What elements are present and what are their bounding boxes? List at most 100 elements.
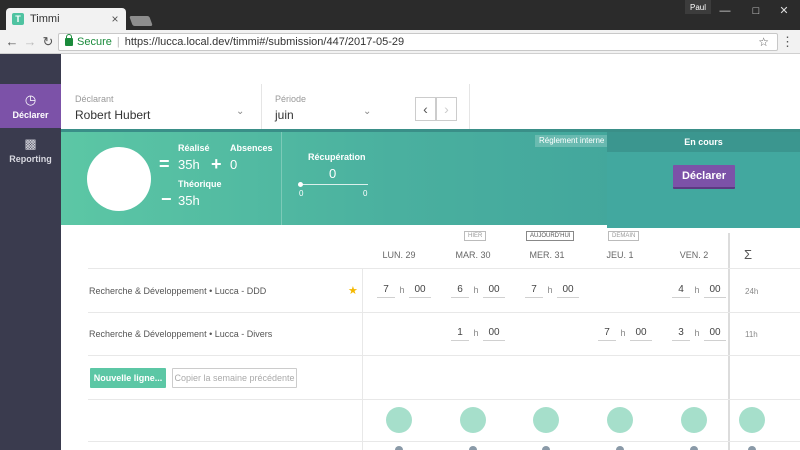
recuperation-value: 0 (329, 166, 337, 181)
next-period-button[interactable]: › (436, 97, 457, 121)
reload-icon[interactable]: ↻ (40, 34, 56, 50)
theorique-value: 35h (178, 193, 200, 208)
hours-unit: h (473, 328, 479, 338)
minutes-input[interactable]: 00 (704, 282, 726, 298)
periode-value: juin (275, 108, 294, 122)
total-sigma-header: Σ (744, 247, 753, 262)
day-status-dot (542, 446, 550, 450)
declarant-select[interactable]: Déclarant Robert Hubert (75, 94, 150, 122)
minutes-input[interactable]: 00 (483, 325, 505, 341)
hours-input[interactable]: 4 (672, 282, 690, 298)
favorite-star-icon[interactable]: ★ (348, 284, 358, 297)
recuperation-min: 0 (299, 189, 304, 198)
week-summary-circle (739, 407, 765, 433)
minutes-input[interactable]: 00 (409, 282, 431, 298)
minutes-input[interactable]: 00 (557, 282, 579, 298)
row-divider (88, 399, 800, 400)
hours-input[interactable]: 7 (598, 325, 616, 341)
day-header: MAR. 30 (455, 250, 491, 260)
chevron-down-icon[interactable]: ⌄ (363, 106, 371, 117)
day-summary-circle (533, 407, 559, 433)
day-tag-hier: HIER (464, 231, 487, 241)
row-divider (88, 441, 800, 442)
time-cell-mon[interactable]: 7 h 00 (377, 282, 431, 298)
hours-unit: h (547, 285, 553, 295)
hours-input[interactable]: 3 (672, 325, 690, 341)
maximize-icon[interactable]: □ (746, 3, 766, 19)
chevron-down-icon[interactable]: ⌄ (236, 106, 244, 117)
recuperation-max: 0 (363, 189, 368, 198)
day-tag-demain: DEMAIN (608, 231, 640, 241)
day-summary-circle (607, 407, 633, 433)
time-cell-fri[interactable]: 3 h 00 (672, 325, 726, 341)
hours-unit: h (473, 285, 479, 295)
time-cell-tue[interactable]: 6 h 00 (451, 282, 505, 298)
day-header: MER. 31 (529, 250, 565, 260)
theorique-label: Théorique (178, 179, 222, 189)
declarant-value: Robert Hubert (75, 108, 151, 122)
browser-menu-icon[interactable]: ⋮ (781, 34, 794, 50)
minutes-input[interactable]: 00 (630, 325, 652, 341)
submission-header: Déclarant Robert Hubert ⌄ Période juin ⌄… (61, 54, 800, 129)
copy-previous-week-button[interactable]: Copier la semaine précédente (172, 368, 297, 388)
hours-unit: h (399, 285, 405, 295)
new-tab-button[interactable] (129, 16, 153, 26)
secure-label: Secure (77, 36, 112, 48)
absences-value: 0 (230, 157, 238, 172)
declarant-label: Déclarant (75, 94, 114, 104)
tab-close-icon[interactable]: × (108, 12, 122, 26)
back-icon[interactable]: ← (4, 34, 20, 50)
header-divider (469, 84, 470, 129)
url-text: https://lucca.local.dev/timmi#/submissio… (124, 36, 405, 48)
minutes-input[interactable]: 00 (483, 282, 505, 298)
day-status-dot (748, 446, 756, 450)
time-cell-fri[interactable]: 4 h 00 (672, 282, 726, 298)
browser-titlebar: T Timmi × Paul — □ ✕ (0, 0, 800, 30)
sidebar-item-reporting[interactable]: ▩ Reporting (0, 128, 61, 172)
browser-toolbar: ← → ↻ Secure | https://lucca.local.dev/t… (0, 30, 800, 54)
recuperation-slider[interactable] (300, 184, 368, 185)
periode-select[interactable]: Période juin (275, 94, 306, 122)
row-total: 11h (745, 330, 758, 339)
browser-user-chip[interactable]: Paul (685, 0, 711, 14)
sidebar-item-declarer[interactable]: ◷ Déclarer (0, 84, 61, 128)
day-header: LUN. 29 (382, 250, 416, 260)
chevron-right-icon: › (444, 101, 449, 117)
new-line-button[interactable]: Nouvelle ligne... (90, 368, 166, 388)
hours-unit: h (694, 285, 700, 295)
reglement-interne-link[interactable]: Réglement interne (535, 135, 609, 147)
time-cell-wed[interactable]: 7 h 00 (525, 282, 579, 298)
recuperation-label: Récupération (308, 152, 366, 162)
day-status-dot (469, 446, 477, 450)
tab-title: Timmi (30, 13, 60, 25)
day-summary-circle (681, 407, 707, 433)
time-cell-tue[interactable]: 1 h 00 (451, 325, 505, 341)
bar-chart-icon: ▩ (24, 135, 37, 151)
declarer-button[interactable]: Déclarer (673, 165, 735, 189)
band-divider (281, 132, 282, 228)
total-column-divider (728, 233, 730, 450)
address-bar[interactable]: Secure | https://lucca.local.dev/timmi#/… (58, 33, 778, 51)
app-sidebar: ◷ Déclarer ▩ Reporting (0, 54, 61, 450)
minimize-icon[interactable]: — (715, 3, 735, 19)
day-header: JEU. 1 (606, 250, 634, 260)
timesheet-row-label: Recherche & Développement • Lucca - Dive… (89, 329, 273, 339)
chevron-left-icon: ‹ (423, 101, 428, 117)
bookmark-star-icon[interactable]: ☆ (758, 34, 769, 50)
browser-tab[interactable]: T Timmi × (6, 8, 126, 30)
recuperation-slider-handle[interactable] (298, 182, 303, 187)
header-divider (261, 84, 262, 129)
timmi-favicon-icon: T (12, 13, 24, 25)
hours-input[interactable]: 6 (451, 282, 469, 298)
close-window-icon[interactable]: ✕ (774, 3, 794, 19)
row-divider (88, 268, 800, 269)
hours-input[interactable]: 1 (451, 325, 469, 341)
previous-period-button[interactable]: ‹ (415, 97, 436, 121)
minutes-input[interactable]: 00 (704, 325, 726, 341)
plus-sign: + (211, 154, 222, 174)
realise-label: Réalisé (178, 143, 210, 153)
hours-input[interactable]: 7 (377, 282, 395, 298)
hours-input[interactable]: 7 (525, 282, 543, 298)
time-cell-thu[interactable]: 7 h 00 (598, 325, 652, 341)
forward-icon[interactable]: → (22, 34, 38, 50)
